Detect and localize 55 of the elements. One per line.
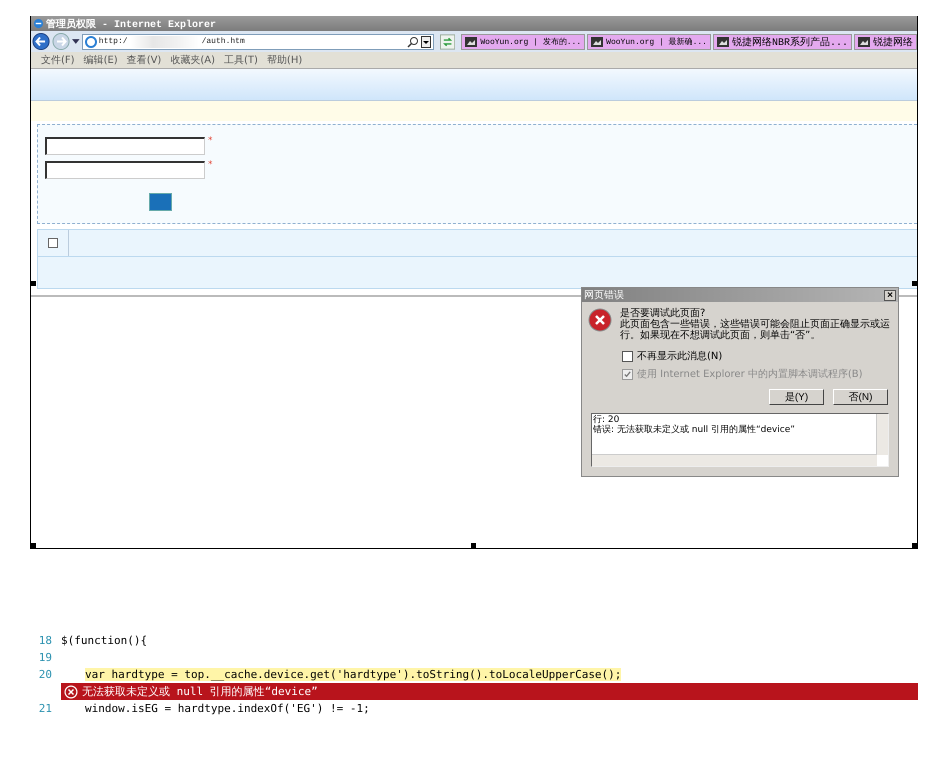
horizontal-scrollbar[interactable] [592, 454, 877, 466]
line-number: 18 [38, 634, 52, 647]
checkbox[interactable] [622, 350, 633, 362]
page-icon [591, 36, 604, 46]
required-mark: * [208, 161, 212, 170]
required-mark: * [208, 137, 212, 146]
error-message: 无法获取未定义或 null 引用的属性“device” [82, 684, 318, 699]
dropdown-arrow-icon[interactable] [72, 38, 80, 44]
menu-item[interactable]: 文件(F) [41, 53, 75, 67]
favorite-tab[interactable]: 锐捷网络 [854, 34, 917, 50]
menu-item[interactable]: 编辑(E) [84, 53, 118, 67]
dialog-button[interactable]: 否(N) [833, 389, 888, 405]
page-icon [858, 36, 870, 46]
vertical-scrollbar[interactable] [876, 414, 888, 455]
dialog-title: 网页错误 [584, 289, 624, 302]
address-field[interactable]: http:/ /auth.htm [82, 34, 434, 50]
menu-item[interactable]: 工具(T) [224, 53, 258, 67]
code-line: window.isEG = hardtype.indexOf('EG') != -1; [85, 702, 370, 715]
code-line: $(function(){ [61, 634, 148, 647]
back-button[interactable] [32, 32, 50, 51]
input-field[interactable] [45, 161, 205, 179]
resize-handle[interactable] [31, 281, 36, 286]
favorite-tab[interactable]: WooYun.org | 最新确... [587, 34, 711, 50]
resize-handle[interactable] [471, 543, 476, 548]
dialog-question: 是否要调试此页面? [620, 308, 706, 319]
line-number: 19 [38, 651, 52, 664]
page-icon [465, 36, 478, 46]
dropdown-button[interactable] [421, 36, 432, 48]
input-field[interactable] [45, 137, 205, 155]
error-detail: 错误: 无法获取未定义或 null 引用的属性“device” [593, 425, 796, 435]
menu-item[interactable]: 查看(V) [126, 53, 162, 67]
dialog-button[interactable]: 是(Y) [769, 389, 824, 405]
option-label: 不再显示此消息(N) [637, 350, 722, 363]
resize-handle[interactable] [31, 543, 36, 548]
search-icon[interactable] [407, 36, 420, 48]
browser-logo-icon [33, 18, 44, 29]
favorite-tab[interactable]: WooYun.org | 发布的... [461, 34, 586, 50]
line-number: 21 [38, 702, 52, 715]
option-label: 使用 Internet Explorer 中的内置脚本调试程序(B) [637, 368, 863, 381]
error-detail: 行: 20 [593, 415, 620, 425]
error-icon [588, 308, 612, 332]
checkbox[interactable] [48, 238, 58, 248]
menu-item[interactable]: 收藏夹(A) [170, 53, 215, 67]
close-button[interactable]: × [884, 290, 896, 300]
refresh-button[interactable] [440, 34, 456, 50]
favorite-tab[interactable]: 锐捷网络NBR系列产品... [712, 34, 852, 50]
page-icon [84, 36, 97, 48]
submit-button[interactable] [149, 193, 172, 211]
page-icon [716, 36, 729, 46]
dialog-message: 此页面包含一些错误，这些错误可能会阻止页面正确显示或运行。如果现在不想调试此页面，则单击“否”。 [620, 319, 891, 341]
line-number: 20 [38, 668, 52, 681]
resize-handle[interactable] [912, 281, 917, 286]
menu-item[interactable]: 帮助(H) [266, 53, 302, 67]
window-title: 管理员权限 - Internet Explorer [46, 18, 216, 30]
resize-handle[interactable] [912, 543, 917, 548]
